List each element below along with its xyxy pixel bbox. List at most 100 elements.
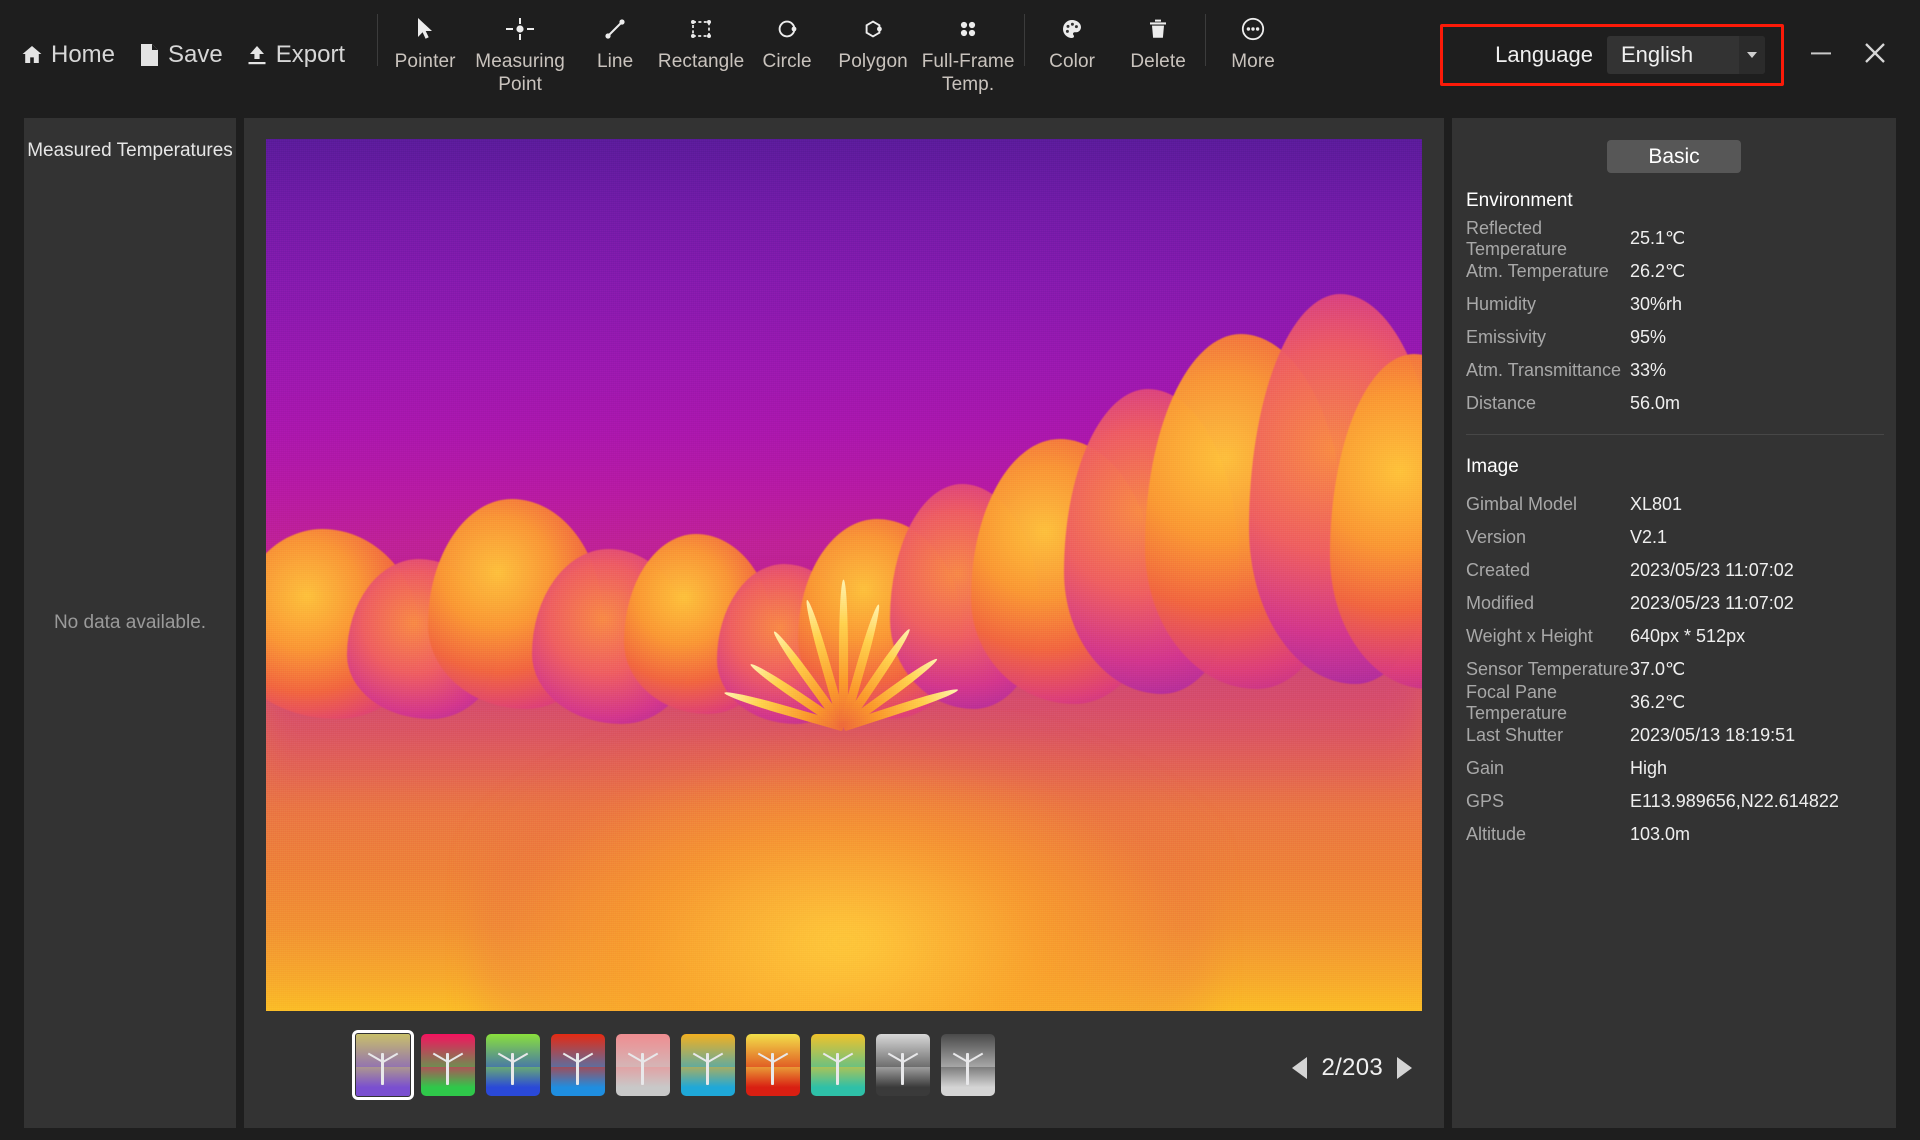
palette-thumbnail[interactable]	[876, 1034, 930, 1096]
image-pager: 2/203	[1292, 1054, 1412, 1082]
tool-more[interactable]: More	[1210, 14, 1296, 92]
tool-full-frame-temp-label: Full-Frame Temp.	[921, 51, 1015, 95]
tool-color[interactable]: Color	[1029, 14, 1115, 92]
ellipsis-circle-icon	[1240, 14, 1266, 44]
property-key: GPS	[1466, 791, 1505, 811]
minimize-button[interactable]	[1794, 0, 1848, 110]
palette-thumbnail[interactable]	[421, 1034, 475, 1096]
four-dots-grid-icon	[956, 14, 980, 44]
thumbnail-turbine-blade	[641, 1062, 644, 1080]
thumbnail-turbine-blade	[901, 1062, 904, 1080]
property-value: 2023/05/13 18:19:51	[1630, 725, 1796, 745]
palette-thumbnail[interactable]	[811, 1034, 865, 1096]
thermal-image	[266, 139, 1422, 1011]
chevron-down-icon[interactable]	[1739, 36, 1765, 74]
property-row: Gimbal Model XL801	[1466, 488, 1884, 521]
triangle-right-icon[interactable]	[1397, 1057, 1412, 1079]
tool-circle[interactable]: Circle	[744, 14, 830, 92]
image-viewer-panel: 2/203	[244, 118, 1444, 1128]
thumbnail-turbine-blade	[706, 1062, 709, 1080]
trash-icon	[1146, 14, 1170, 44]
tab-basic[interactable]: Basic	[1607, 140, 1741, 173]
property-row: Reflected Temperature 25.1℃	[1466, 218, 1884, 259]
export-share-icon	[245, 43, 269, 67]
property-value: 33%	[1630, 360, 1667, 380]
property-row: Version V2.1	[1466, 521, 1884, 554]
thumbnail-turbine-blade	[771, 1062, 774, 1080]
tool-pointer[interactable]: Pointer	[382, 14, 468, 92]
window-controls-group: Language English	[1440, 0, 1920, 110]
thumbnail-turbine-blade	[966, 1062, 969, 1080]
thumbnail-turbine-blade	[836, 1062, 839, 1080]
thumbnail-turbine-blade	[381, 1062, 384, 1080]
palette-thumbnail[interactable]	[551, 1034, 605, 1096]
property-key: Created	[1466, 560, 1531, 580]
language-value: English	[1621, 42, 1694, 67]
property-value: 56.0m	[1630, 393, 1681, 413]
tool-delete[interactable]: Delete	[1115, 14, 1201, 92]
palette-thumbnail[interactable]	[941, 1034, 995, 1096]
page-indicator: 2/203	[1321, 1054, 1383, 1081]
property-row: GPS E113.989656,N22.614822	[1466, 785, 1884, 818]
language-dropdown[interactable]: English	[1607, 36, 1765, 74]
crosshair-point-icon	[505, 14, 535, 44]
property-row: Altitude 103.0m	[1466, 818, 1884, 851]
save-button[interactable]: Save	[137, 41, 223, 69]
hexagon-handle-icon	[861, 14, 885, 44]
property-value: 25.1℃	[1630, 228, 1686, 248]
language-label: Language	[1495, 42, 1593, 67]
language-selector-highlight: Language English	[1440, 24, 1784, 86]
tool-pointer-label: Pointer	[394, 51, 456, 72]
property-key: Focal Pane Temperature	[1466, 681, 1568, 723]
palette-thumbnail[interactable]	[616, 1034, 670, 1096]
property-key: Reflected Temperature	[1466, 217, 1568, 259]
palette-thumbnail[interactable]	[746, 1034, 800, 1096]
file-action-group: Home Save Export	[0, 0, 345, 110]
toolbar-divider-1	[377, 14, 379, 66]
file-save-icon	[137, 43, 161, 67]
property-value: 26.2℃	[1630, 261, 1686, 281]
property-key: Altitude	[1466, 824, 1527, 844]
tool-full-frame-temp[interactable]: Full-Frame Temp.	[916, 14, 1020, 96]
thermal-plant-subject	[714, 497, 964, 731]
property-row: Weight x Height 640px * 512px	[1466, 620, 1884, 653]
palette-thumbnail[interactable]	[352, 1030, 414, 1100]
property-value: 30%rh	[1630, 294, 1683, 314]
triangle-left-icon[interactable]	[1292, 1057, 1308, 1079]
thermal-image-viewer[interactable]	[266, 139, 1422, 1011]
image-title: Image	[1466, 456, 1519, 477]
close-icon	[1860, 38, 1890, 73]
measured-temperatures-panel: Measured Temperatures No data available.	[24, 118, 236, 1128]
property-row: Distance 56.0m	[1466, 387, 1884, 420]
cursor-arrow-icon	[414, 14, 436, 44]
property-row: Humidity 30%rh	[1466, 288, 1884, 321]
minimize-icon	[1808, 40, 1834, 71]
tool-measuring-point[interactable]: Measuring Point	[468, 14, 572, 96]
thumbnail-turbine-blade	[511, 1062, 514, 1080]
tool-measuring-point-label: Measuring Point	[475, 51, 565, 95]
tool-line[interactable]: Line	[572, 14, 658, 92]
tool-delete-label: Delete	[1130, 51, 1186, 72]
palette-thumbnail[interactable]	[681, 1034, 735, 1096]
circle-handle-icon	[775, 14, 799, 44]
thumbnail-turbine-blade	[446, 1062, 449, 1080]
close-button[interactable]	[1848, 0, 1902, 110]
home-button[interactable]: Home	[20, 41, 115, 69]
property-value: 2023/05/23 11:07:02	[1630, 560, 1794, 580]
tool-rectangle[interactable]: Rectangle	[658, 14, 744, 92]
toolbar-divider-3	[1205, 14, 1207, 66]
property-key: Version	[1466, 527, 1527, 547]
thermal-hotspot-glow	[474, 731, 1214, 1011]
property-value: 640px * 512px	[1630, 626, 1746, 646]
property-key: Emissivity	[1466, 327, 1546, 347]
home-label: Home	[51, 41, 116, 68]
property-key: Last Shutter	[1466, 725, 1564, 745]
measured-temperatures-empty: No data available.	[53, 612, 207, 633]
property-row: Atm. Transmittance 33%	[1466, 354, 1884, 387]
palette-thumbnail[interactable]	[486, 1034, 540, 1096]
property-value: 2023/05/23 11:07:02	[1630, 593, 1794, 613]
main-body: Measured Temperatures No data available.	[0, 110, 1920, 1140]
export-button[interactable]: Export	[245, 41, 345, 69]
tool-polygon[interactable]: Polygon	[830, 14, 916, 92]
home-icon	[20, 43, 44, 67]
